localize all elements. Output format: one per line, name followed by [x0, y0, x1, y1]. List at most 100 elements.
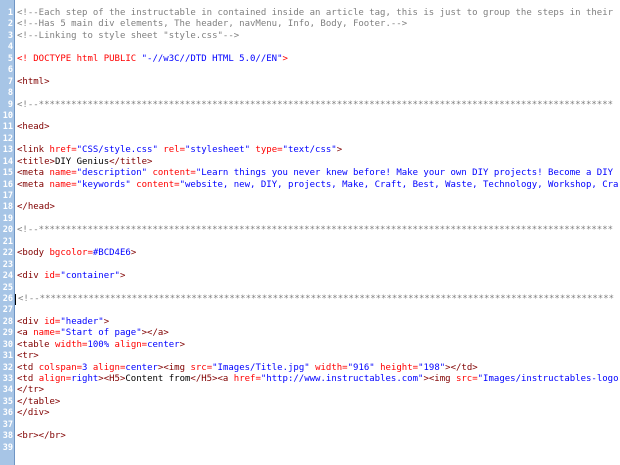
code-token: > [103, 316, 110, 327]
code-text: <div id="container"> [17, 271, 125, 282]
code-editor[interactable]: 1 <!--Each step of the instructable in co… [0, 0, 620, 465]
code-line[interactable]: 32 <td colspan=3 align=center><img src="I… [0, 363, 620, 374]
code-line[interactable]: 24 <div id="container"> [0, 271, 620, 282]
code-token: name= [49, 168, 77, 179]
code-line[interactable]: 8 [0, 88, 620, 99]
code-token: <!--Linking to style sheet "style.css"--… [17, 30, 240, 41]
code-line[interactable]: 3 <!--Linking to style sheet "style.css"-… [0, 31, 620, 42]
line-number: 17 [2, 191, 13, 201]
code-token: ></a> [141, 328, 169, 339]
code-token: DIY Genius [54, 156, 110, 167]
code-line[interactable]: 38 <br></br> [0, 431, 620, 442]
code-token: ><img [423, 374, 456, 384]
code-token: "text/css" [282, 145, 337, 156]
code-line[interactable]: 37 [0, 420, 620, 431]
code-token: content= [130, 179, 180, 190]
code-text: <a name="Start of page"></a> [17, 328, 169, 339]
code-line[interactable]: 18 </head> [0, 202, 620, 213]
line-number: 31 [2, 351, 13, 362]
code-token: <meta [17, 168, 50, 179]
code-token: <br></br> [17, 431, 66, 442]
code-line[interactable]: 33 <td align=right><H5>Content from</H5><… [0, 374, 620, 385]
code-token: <body [17, 248, 50, 259]
code-text: </div> [17, 408, 50, 419]
code-text: <div id="header"> [17, 317, 109, 328]
code-line[interactable]: 15 <meta name="description" content="Lear… [0, 168, 620, 179]
code-text: <!--************************************… [17, 225, 613, 236]
line-number: 12 [2, 133, 13, 144]
code-token: "Images/instructables-logo [477, 374, 619, 384]
code-text: <meta name="keywords" content="website, … [17, 180, 618, 191]
code-line[interactable]: 35 </table> [0, 397, 620, 408]
code-line[interactable]: 28 <div id="header"> [0, 317, 620, 328]
line-number: 32 [2, 362, 13, 373]
code-token: "stylesheet" [184, 145, 251, 156]
line-number: 20 [2, 225, 13, 236]
code-token: "keywords" [76, 179, 131, 190]
code-text: <!--Each step of the instructable in con… [17, 8, 613, 19]
code-line[interactable]: 10 [0, 111, 620, 122]
line-number: 6 [7, 65, 13, 76]
code-token: > [336, 145, 343, 156]
code-text: <!--************************************… [17, 100, 613, 111]
code-line[interactable]: 34 </tr> [0, 385, 620, 396]
code-line[interactable]: 13 <link href="CSS/style.css" rel="styles… [0, 145, 620, 156]
code-token: <!--************************************… [17, 99, 614, 110]
code-token: ><img [157, 362, 191, 373]
code-token: </title> [109, 156, 153, 167]
code-line[interactable]: 9 <!--***********************************… [0, 100, 620, 111]
code-line[interactable]: 16 <meta name="keywords" content="website… [0, 180, 620, 191]
code-line[interactable]: 30 <table width=100% align=center> [0, 340, 620, 351]
code-line[interactable]: 5 <! DOCTYPE html PUBLIC "-//w3C//DTD HTM… [0, 54, 620, 65]
code-token: <!--************************************… [18, 293, 615, 304]
code-text: <link href="CSS/style.css" rel="styleshe… [17, 145, 342, 156]
code-line[interactable]: 23 [0, 260, 620, 271]
code-line[interactable]: 17 [0, 191, 620, 202]
code-token: "description" [76, 168, 148, 179]
code-text: <!--Linking to style sheet "style.css"--… [17, 31, 239, 42]
line-number: 13 [2, 145, 13, 156]
code-token: <!--Each step of the instructable in con… [17, 8, 614, 18]
code-text: <!--************************************… [15, 293, 615, 306]
code-token: width= [309, 362, 348, 373]
line-number: 23 [2, 259, 13, 270]
line-number: 16 [2, 179, 13, 190]
code-line[interactable]: 11 <head> [0, 122, 620, 133]
code-line[interactable]: 6 [0, 65, 620, 76]
code-text: <html> [17, 77, 50, 88]
code-token: align= [38, 374, 72, 384]
code-text: <! DOCTYPE html PUBLIC "-//w3C//DTD HTML… [17, 54, 288, 65]
code-line[interactable]: 4 [0, 42, 620, 53]
line-number: 4 [7, 42, 13, 53]
code-line[interactable]: 31 <tr> [0, 351, 620, 362]
code-token: align= [109, 339, 148, 350]
code-line[interactable]: 25 [0, 283, 620, 294]
line-number: 33 [2, 374, 13, 384]
code-token: ><H5> [98, 374, 126, 384]
code-line[interactable]: 29 <a name="Start of page"></a> [0, 328, 620, 339]
code-line[interactable]: 22 <body bgcolor=#BCD4E6> [0, 248, 620, 259]
line-number: 15 [2, 168, 13, 179]
code-token: <meta [17, 179, 50, 190]
code-line[interactable]: 39 [0, 443, 620, 454]
line-number: 18 [2, 202, 13, 213]
code-line[interactable]: 36 </div> [0, 408, 620, 419]
code-token: "916" [347, 362, 375, 373]
line-number: 37 [2, 419, 13, 430]
code-token: name= [33, 328, 61, 339]
code-line[interactable]: 14 <title>DIY Genius</title> [0, 157, 620, 168]
code-token: > [119, 271, 126, 282]
line-number: 14 [2, 156, 13, 167]
code-token: "198" [418, 362, 446, 373]
code-lines[interactable]: 1 <!--Each step of the instructable in co… [0, 8, 620, 454]
code-line[interactable]: 1 <!--Each step of the instructable in co… [0, 8, 620, 19]
code-line[interactable]: 19 [0, 214, 620, 225]
code-line[interactable]: 26 <!--**********************************… [0, 293, 620, 306]
code-line[interactable]: 7 <html> [0, 77, 620, 88]
code-line[interactable]: 2 <!--Has 5 main div elements, The header… [0, 19, 620, 30]
code-line[interactable]: 20 <!--**********************************… [0, 225, 620, 236]
code-line[interactable]: 27 [0, 305, 620, 316]
code-line[interactable]: 21 [0, 237, 620, 248]
code-line[interactable]: 12 [0, 134, 620, 145]
code-token: <a [17, 328, 34, 339]
